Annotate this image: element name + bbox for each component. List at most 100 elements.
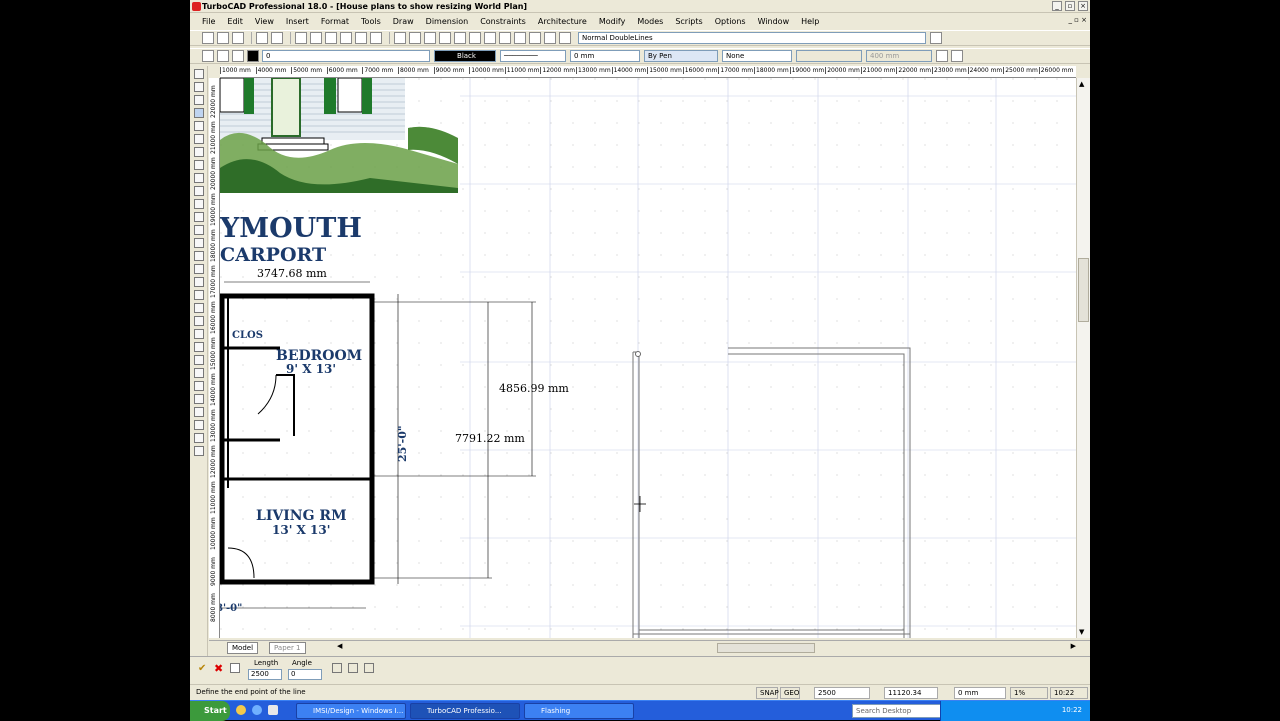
menu-edit[interactable]: Edit	[227, 17, 243, 26]
scale-icon[interactable]	[194, 342, 204, 352]
line-icon[interactable]	[194, 82, 204, 92]
desktop-icon[interactable]	[268, 705, 278, 715]
zoom-extents-icon[interactable]	[439, 32, 451, 44]
tab-model[interactable]: Model	[227, 642, 259, 654]
menu-scripts[interactable]: Scripts	[675, 17, 702, 26]
pick-properties-icon[interactable]	[936, 50, 948, 62]
menu-file[interactable]: File	[202, 17, 215, 26]
menu-architecture[interactable]: Architecture	[538, 17, 587, 26]
format-painter-icon[interactable]	[340, 32, 352, 44]
style-select[interactable]: Normal DoubleLines	[578, 32, 926, 44]
start-button[interactable]: Start	[190, 701, 230, 721]
vertical-scroll-thumb[interactable]	[1078, 258, 1089, 322]
print-icon[interactable]	[256, 32, 268, 44]
match-properties-icon[interactable]	[951, 50, 963, 62]
extend-icon[interactable]	[194, 394, 204, 404]
vertical-scrollbar[interactable]: ▲ ▼	[1076, 78, 1090, 638]
layer-select[interactable]: 0	[262, 50, 430, 62]
design-director-icon[interactable]	[559, 32, 571, 44]
grid-toggle-icon[interactable]	[230, 663, 240, 673]
drawing-canvas[interactable]: YMOUTH CARPORT 3747.68 mm CLOS BEDROOM 9…	[220, 78, 1076, 638]
tab-paper-1[interactable]: Paper 1	[269, 642, 306, 654]
zoom-out-icon[interactable]	[409, 32, 421, 44]
scroll-left-icon[interactable]: ◀	[337, 642, 342, 650]
chamfer-icon[interactable]	[194, 420, 204, 430]
snap-icon[interactable]	[499, 32, 511, 44]
spline-icon[interactable]	[194, 199, 204, 209]
zoom-window-icon[interactable]	[424, 32, 436, 44]
grid-icon[interactable]	[484, 32, 496, 44]
fillet-icon[interactable]	[194, 407, 204, 417]
double-line-icon[interactable]	[194, 108, 204, 118]
length-field[interactable]: 2500	[248, 669, 282, 680]
menu-dimension[interactable]: Dimension	[426, 17, 469, 26]
task-turbocad[interactable]: TurboCAD Professio...	[410, 703, 520, 719]
zoom-in-icon[interactable]	[394, 32, 406, 44]
polygon-icon[interactable]	[194, 186, 204, 196]
wall-icon[interactable]	[194, 225, 204, 235]
circle-icon[interactable]	[194, 121, 204, 131]
array-icon[interactable]	[194, 368, 204, 378]
color-select[interactable]: Black	[434, 50, 496, 62]
render-icon[interactable]	[544, 32, 556, 44]
angle-field[interactable]: 0	[288, 669, 322, 680]
width2-select[interactable]: 400 mm	[866, 50, 932, 62]
quick-launch-icon[interactable]	[236, 705, 246, 715]
new-icon[interactable]	[202, 32, 214, 44]
door-icon[interactable]	[194, 238, 204, 248]
rotate-icon[interactable]	[194, 329, 204, 339]
open-icon[interactable]	[217, 32, 229, 44]
scroll-up-icon[interactable]: ▲	[1079, 80, 1084, 88]
menu-help[interactable]: Help	[801, 17, 819, 26]
dimension-icon[interactable]	[194, 264, 204, 274]
close-button[interactable]: ×	[1078, 1, 1088, 11]
undo-icon[interactable]	[355, 32, 367, 44]
horizontal-scroll-thumb[interactable]	[717, 643, 815, 653]
ellipse-icon[interactable]	[194, 173, 204, 183]
menu-modes[interactable]: Modes	[637, 17, 663, 26]
color-swatch-icon[interactable]	[247, 50, 259, 62]
menu-modify[interactable]: Modify	[599, 17, 626, 26]
rectangle-icon[interactable]	[194, 134, 204, 144]
explode-icon[interactable]	[194, 433, 204, 443]
finish-icon[interactable]: ✔	[198, 663, 206, 674]
cut-icon[interactable]	[295, 32, 307, 44]
fill-select[interactable]: None	[722, 50, 792, 62]
menu-insert[interactable]: Insert	[286, 17, 309, 26]
desktop-search-input[interactable]: Search Desktop	[852, 704, 944, 718]
line-style-select[interactable]: ────────	[500, 50, 566, 62]
select-icon[interactable]	[194, 69, 204, 79]
redraw-icon[interactable]	[469, 32, 481, 44]
pattern-select[interactable]	[796, 50, 862, 62]
curve-icon[interactable]	[194, 160, 204, 170]
menu-format[interactable]: Format	[321, 17, 349, 26]
properties-icon[interactable]	[529, 32, 541, 44]
cancel-icon[interactable]: ✖	[214, 662, 223, 675]
menu-tools[interactable]: Tools	[361, 17, 381, 26]
layers-icon[interactable]	[514, 32, 526, 44]
menu-draw[interactable]: Draw	[393, 17, 414, 26]
measure-icon[interactable]	[194, 446, 204, 456]
polyline-icon[interactable]	[194, 95, 204, 105]
mirror-icon[interactable]	[194, 355, 204, 365]
pan-icon[interactable]	[454, 32, 466, 44]
minimize-button[interactable]: _	[1052, 1, 1062, 11]
task-imsi-design[interactable]: IMSI/Design - Windows I...	[296, 703, 406, 719]
line-width-select[interactable]: 0 mm	[570, 50, 640, 62]
snap-mode-icon[interactable]	[348, 663, 358, 673]
task-flashing[interactable]: Flashing	[524, 703, 634, 719]
copy-icon[interactable]	[310, 32, 322, 44]
geo-toggle[interactable]: GEO	[780, 687, 800, 699]
menu-options[interactable]: Options	[715, 17, 746, 26]
insert-icon[interactable]	[194, 303, 204, 313]
scroll-down-icon[interactable]: ▼	[1079, 628, 1084, 636]
trim-icon[interactable]	[194, 381, 204, 391]
layer-visibility-icon[interactable]	[217, 50, 229, 62]
paste-icon[interactable]	[325, 32, 337, 44]
doc-window-controls[interactable]: _ ▫ ×	[1068, 16, 1087, 24]
redo-icon[interactable]	[370, 32, 382, 44]
hatch-icon[interactable]	[194, 212, 204, 222]
pen-select[interactable]: By Pen	[644, 50, 718, 62]
symbol-icon[interactable]	[194, 290, 204, 300]
restore-button[interactable]: ▫	[1065, 1, 1075, 11]
